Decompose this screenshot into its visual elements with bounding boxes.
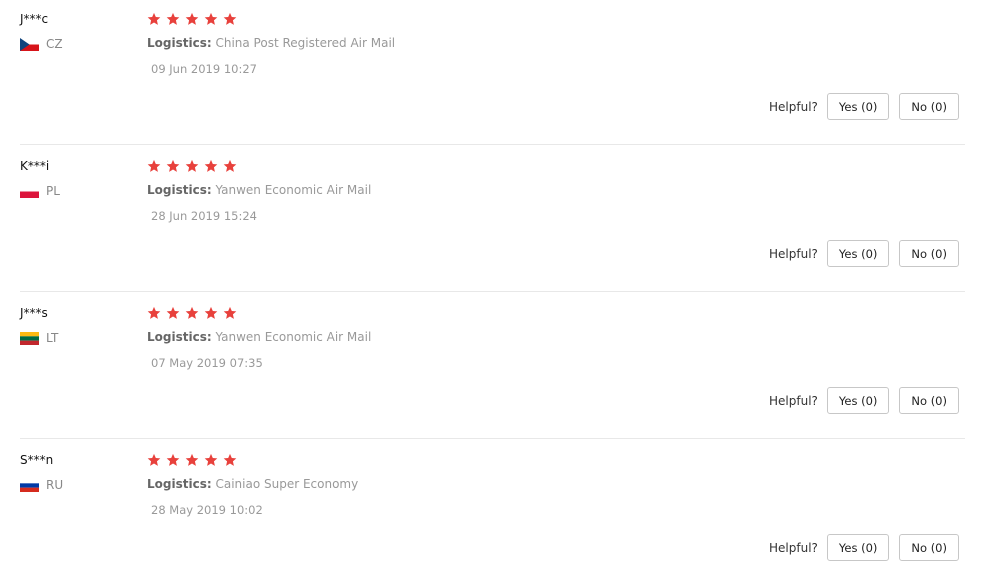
star-icon (147, 159, 161, 172)
logistics-info: Logistics: Yanwen Economic Air Mail (147, 330, 371, 344)
star-icon (166, 453, 180, 466)
reviewer-name: J***c (20, 12, 49, 26)
helpful-vote: Helpful? Yes (0) No (0) (769, 240, 959, 267)
logistics-method: China Post Registered Air Mail (215, 36, 396, 50)
helpful-yes-button[interactable]: Yes (0) (826, 534, 890, 561)
star-icon (147, 306, 161, 319)
helpful-yes-button[interactable]: Yes (0) (826, 387, 890, 414)
star-icon (223, 453, 237, 466)
helpful-vote: Helpful? Yes (0) No (0) (769, 93, 959, 120)
star-icon (185, 159, 199, 172)
reviewer-country: RU (20, 478, 63, 492)
helpful-label: Helpful? (769, 540, 818, 555)
star-icon (223, 306, 237, 319)
star-icon (166, 12, 180, 25)
country-code: PL (46, 184, 60, 198)
helpful-no-button[interactable]: No (0) (899, 534, 959, 561)
helpful-label: Helpful? (769, 393, 818, 408)
star-rating (147, 12, 242, 26)
helpful-yes-button[interactable]: Yes (0) (826, 240, 890, 267)
logistics-label: Logistics: (147, 36, 212, 50)
helpful-label: Helpful? (769, 246, 818, 261)
review-item: J***c CZ Logistics: China Post Registere… (0, 0, 985, 147)
logistics-method: Cainiao Super Economy (215, 477, 359, 491)
star-icon (166, 159, 180, 172)
flag-lt-icon (20, 331, 39, 345)
country-code: CZ (46, 37, 63, 51)
logistics-info: Logistics: Cainiao Super Economy (147, 477, 358, 491)
helpful-vote: Helpful? Yes (0) No (0) (769, 387, 959, 414)
star-icon (223, 12, 237, 25)
star-icon (204, 12, 218, 25)
star-icon (204, 453, 218, 466)
star-icon (185, 453, 199, 466)
reviewer-country: PL (20, 184, 60, 198)
star-icon (223, 159, 237, 172)
star-icon (147, 12, 161, 25)
helpful-no-button[interactable]: No (0) (899, 93, 959, 120)
reviewer-name: K***i (20, 159, 50, 173)
logistics-label: Logistics: (147, 330, 212, 344)
star-icon (185, 306, 199, 319)
reviewer-country: CZ (20, 37, 63, 51)
review-divider (20, 291, 965, 292)
review-date: 07 May 2019 07:35 (151, 356, 263, 370)
review-divider (20, 438, 965, 439)
logistics-method: Yanwen Economic Air Mail (215, 183, 372, 197)
country-code: RU (46, 478, 64, 492)
flag-pl-icon (20, 184, 39, 198)
logistics-label: Logistics: (147, 477, 212, 491)
review-item: J***s LT Logistics: Yanwen Economic Air … (0, 294, 985, 441)
logistics-info: Logistics: China Post Registered Air Mai… (147, 36, 395, 50)
star-rating (147, 453, 242, 467)
reviewer-country: LT (20, 331, 58, 345)
reviewer-name: S***n (20, 453, 54, 467)
flag-ru-icon (20, 478, 39, 492)
helpful-label: Helpful? (769, 99, 818, 114)
helpful-no-button[interactable]: No (0) (899, 240, 959, 267)
logistics-method: Yanwen Economic Air Mail (215, 330, 372, 344)
reviewer-name: J***s (20, 306, 48, 320)
review-item: K***i PL Logistics: Yanwen Economic Air … (0, 147, 985, 294)
feedback-list: J***c CZ Logistics: China Post Registere… (0, 0, 985, 581)
helpful-no-button[interactable]: No (0) (899, 387, 959, 414)
review-divider (20, 144, 965, 145)
review-item: S***n RU Logistics: Cainiao Super Econom… (0, 441, 985, 588)
logistics-label: Logistics: (147, 183, 212, 197)
review-date: 09 Jun 2019 10:27 (151, 62, 257, 76)
flag-cz-icon (20, 37, 39, 51)
star-rating (147, 306, 242, 320)
helpful-yes-button[interactable]: Yes (0) (826, 93, 890, 120)
star-rating (147, 159, 242, 173)
helpful-vote: Helpful? Yes (0) No (0) (769, 534, 959, 561)
star-icon (204, 306, 218, 319)
star-icon (166, 306, 180, 319)
star-icon (185, 12, 199, 25)
star-icon (204, 159, 218, 172)
logistics-info: Logistics: Yanwen Economic Air Mail (147, 183, 371, 197)
star-icon (147, 453, 161, 466)
review-date: 28 Jun 2019 15:24 (151, 209, 257, 223)
country-code: LT (46, 331, 59, 345)
review-date: 28 May 2019 10:02 (151, 503, 263, 517)
